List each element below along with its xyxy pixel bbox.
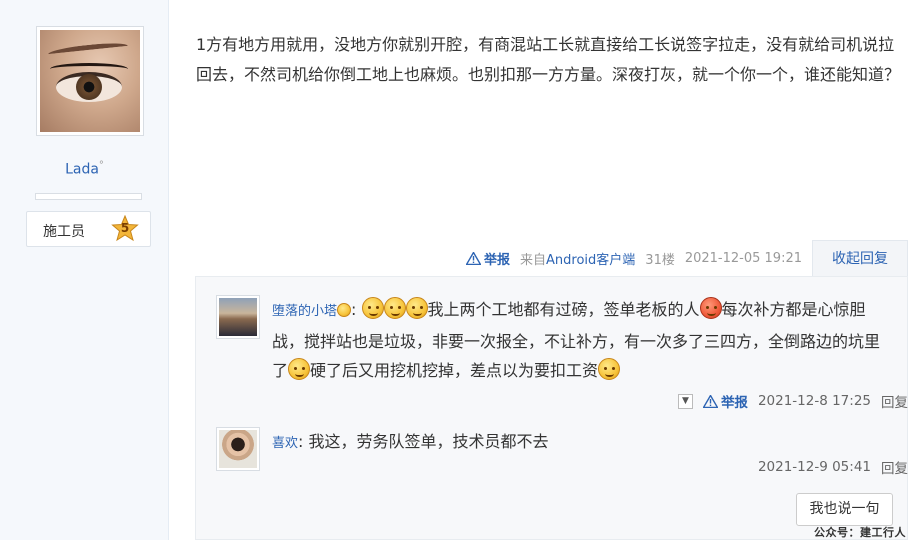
reply-text: 我这，劳务队签单，技术员都不去 [308,432,549,451]
reply-text-part: 我上两个工地都有过磅，签单老板的人 [427,300,700,319]
reply-meta: 2021-12-9 05:41 回复 [758,457,908,477]
reply-button[interactable]: 回复 [881,391,908,411]
smile-icon [361,297,384,319]
chevron-down-icon[interactable]: ▼ [677,393,693,409]
smile-icon [383,297,406,319]
rank-badge[interactable]: 施工员 5 [26,211,151,247]
reply-panel: 堕落的小塔: 我上两个工地都有过磅，签单老板的人 每次补方都是心惊胆战，搅拌站也是… [195,276,908,540]
smile-icon [337,303,352,317]
warning-icon [466,252,481,265]
reply-colon: : [298,432,309,451]
reply-meta: ▼ 举报 2021-12-8 17:25 回复 [677,391,908,411]
report-button[interactable]: 举报 [466,249,510,268]
reply-colon: : [351,300,362,319]
add-comment-button[interactable]: 我也说一句 [796,493,893,526]
level-progress-bar [35,193,142,200]
smile-icon [405,297,428,319]
reply-button[interactable]: 回复 [881,457,908,477]
reply-content: 喜欢: 我这，劳务队签单，技术员都不去 [272,427,892,459]
author-username[interactable]: Lada° [0,160,169,178]
client-source-prefix: 来自 [520,253,547,268]
post-floor: Lada° 施工员 5 1方有地方用就用，没地方你就别开腔，有商混站工长就直接给… [0,0,908,540]
watermark: 公众号：建工行人 [814,526,906,539]
post-time: 2021-12-05 19:21 [684,251,802,266]
reply-content: 堕落的小塔: 我上两个工地都有过磅，签单老板的人 每次补方都是心惊胆战，搅拌站也是… [272,295,892,386]
author-sidebar: Lada° 施工员 5 [0,0,169,540]
reply-item: 堕落的小塔: 我上两个工地都有过磅，签单老板的人 每次补方都是心惊胆战，搅拌站也是… [216,295,908,415]
rank-title: 施工员 [43,224,85,240]
post-meta: 举报 来自Android客户端 31楼 2021-12-05 19:21 [466,249,802,268]
collapse-replies-button[interactable]: 收起回复 [812,240,908,276]
reply-report-button[interactable]: 举报 [702,391,748,411]
reply-avatar[interactable] [216,295,260,339]
reply-time: 2021-12-8 17:25 [757,393,871,409]
sweat-icon [288,358,311,380]
angry-icon [699,297,722,319]
reply-avatar[interactable] [216,427,260,471]
author-username-text[interactable]: Lada [65,162,99,178]
author-username-mark: ° [98,160,104,171]
reply-text-part: 硬了后又用挖机挖掉，差点以为要扣工资 [310,361,599,380]
reply-time: 2021-12-9 05:41 [757,459,871,475]
reply-username[interactable]: 喜欢 [272,436,298,451]
rank-level: 5 [120,221,130,235]
reply-report-label: 举报 [720,395,748,411]
client-link[interactable]: Android客户端 [546,253,635,268]
report-label: 举报 [484,253,511,268]
post-body: 1方有地方用就用，没地方你就别开腔，有商混站工长就直接给工长说签字拉走，没有就给… [196,35,901,84]
author-avatar[interactable] [36,26,144,136]
reply-username[interactable]: 堕落的小塔 [272,304,337,319]
shocked-icon [598,358,621,380]
reply-item: 喜欢: 我这，劳务队签单，技术员都不去 2021-12-9 05:41 回复 [216,427,908,487]
avatar-photo [40,30,140,132]
rank-star-icon: 5 [111,214,139,243]
client-source: 来自Android客户端 [520,249,635,268]
floor-number: 31楼 [645,253,675,268]
warning-icon [702,394,718,408]
